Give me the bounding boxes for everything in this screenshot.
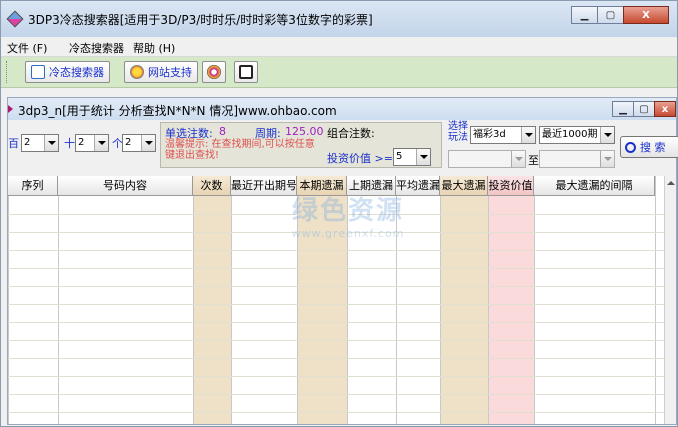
warning-text: 温馨提示: 在查找期间,可以按任意键退出查找! xyxy=(165,139,315,161)
results-grid[interactable]: 序列 号码内容 次数 最近开出期号 本期遗漏 上期遗漏 平均遗漏 最大遗漏 投资… xyxy=(8,176,676,424)
main-window: 3DP3冷态搜索器[适用于3D/P3/时时乐/时时彩等3位数字的彩票] ▁ ▢ … xyxy=(0,0,678,427)
col-header-numbers[interactable]: 号码内容 xyxy=(58,176,193,196)
play-select[interactable]: 福彩3d xyxy=(470,126,536,144)
browser-icon xyxy=(207,65,221,79)
col-header-index[interactable]: 序列 xyxy=(8,176,58,196)
child-close-button[interactable]: x xyxy=(654,101,676,117)
watermark: 绿色资源 www.greenxf.com xyxy=(273,190,423,242)
tens-select[interactable]: 2 xyxy=(75,134,109,152)
play-value: 福彩3d xyxy=(473,129,506,140)
menu-file[interactable]: 文件 (F) xyxy=(7,40,47,56)
count-column-fill xyxy=(193,196,231,424)
hundreds-label: 百 xyxy=(8,137,19,150)
child-title-bar[interactable]: 3dp3_n[用于统计 分析查找N*N*N 情况]www.ohbao.com ▁… xyxy=(8,98,676,120)
exit-button[interactable] xyxy=(234,61,258,83)
window-title: 3DP3冷态搜索器[适用于3D/P3/时时乐/时时彩等3位数字的彩票] xyxy=(28,13,373,27)
cold-search-button[interactable]: 冷态搜索器 xyxy=(25,61,110,83)
range-from-select[interactable] xyxy=(448,150,526,168)
units-select[interactable]: 2 xyxy=(122,134,156,152)
filter-panel: 百 2 十 2 个 2 单选注数: 8 周期: 125.00 组合注数: 温馨提… xyxy=(8,120,678,176)
vertical-scrollbar[interactable] xyxy=(664,176,676,424)
chevron-down-icon xyxy=(521,127,535,143)
mdi-background xyxy=(1,89,677,97)
toolbar: 冷态搜索器 网站支持 xyxy=(1,57,677,88)
col-header-max-miss[interactable]: 最大遗漏 xyxy=(440,176,488,196)
col-header-prev-miss[interactable]: 上期遗漏 xyxy=(347,176,396,196)
range-value: 最近1000期 xyxy=(542,129,598,140)
units-value: 2 xyxy=(125,137,132,148)
globe-icon xyxy=(130,65,144,79)
website-button[interactable]: 网站支持 xyxy=(124,61,198,83)
cold-search-label: 冷态搜索器 xyxy=(49,66,104,79)
info-panel: 单选注数: 8 周期: 125.00 组合注数: 温馨提示: 在查找期间,可以按… xyxy=(160,122,442,168)
search-button[interactable]: 搜 索 xyxy=(620,136,678,158)
chevron-down-icon xyxy=(600,151,614,167)
browser-button[interactable] xyxy=(202,61,226,83)
hundreds-value: 2 xyxy=(24,137,31,148)
chevron-down-icon xyxy=(416,149,430,165)
invest-value: 5 xyxy=(396,151,403,162)
watermark-url: www.greenxf.com xyxy=(291,227,405,240)
chevron-down-icon xyxy=(141,135,155,151)
invest-label: 投资价值 >= xyxy=(327,152,393,165)
play-label-1: 选择 xyxy=(448,121,468,132)
tens-label: 十 xyxy=(64,137,75,150)
max-miss-column-fill xyxy=(440,196,488,424)
close-button[interactable]: X xyxy=(623,6,669,24)
child-caption-buttons: ▁ ▢ x xyxy=(612,101,676,117)
menu-cold-search[interactable]: 冷态搜索器 xyxy=(69,40,124,56)
maximize-button[interactable]: ▢ xyxy=(597,6,624,24)
col-header-max-miss-interval[interactable]: 最大遗漏的间隔 xyxy=(534,176,655,196)
col-header-avg-miss[interactable]: 平均遗漏 xyxy=(396,176,440,196)
caption-buttons: ▁ ▢ X xyxy=(571,6,669,24)
hundreds-select[interactable]: 2 xyxy=(21,134,59,152)
col-header-invest-value[interactable]: 投资价值 xyxy=(488,176,534,196)
invest-select[interactable]: 5 xyxy=(393,148,431,166)
search-label: 搜 索 xyxy=(640,141,666,154)
chevron-down-icon xyxy=(44,135,58,151)
child-window-title: 3dp3_n[用于统计 分析查找N*N*N 情况]www.ohbao.com xyxy=(18,104,337,118)
current-miss-column-fill xyxy=(297,196,347,424)
col-header-count[interactable]: 次数 xyxy=(193,176,231,196)
range-select[interactable]: 最近1000期 xyxy=(539,126,615,144)
search-icon xyxy=(31,65,45,79)
menu-bar: 文件 (F) 冷态搜索器 帮助 (H) xyxy=(1,37,677,57)
single-count-value: 8 xyxy=(219,125,226,138)
invest-column-fill xyxy=(488,196,534,424)
app-icon xyxy=(6,10,24,28)
title-bar[interactable]: 3DP3冷态搜索器[适用于3D/P3/时时乐/时时彩等3位数字的彩票] ▁ ▢ … xyxy=(1,1,677,37)
website-label: 网站支持 xyxy=(148,66,192,79)
chevron-down-icon xyxy=(511,151,525,167)
range-to-select[interactable] xyxy=(539,150,615,168)
child-window: 3dp3_n[用于统计 分析查找N*N*N 情况]www.ohbao.com ▁… xyxy=(7,97,678,425)
tens-value: 2 xyxy=(78,137,85,148)
grid-header: 序列 号码内容 次数 最近开出期号 本期遗漏 上期遗漏 平均遗漏 最大遗漏 投资… xyxy=(8,176,676,196)
col-header-last-period[interactable]: 最近开出期号 xyxy=(231,176,297,196)
minimize-button[interactable]: ▁ xyxy=(571,6,598,24)
exit-icon xyxy=(239,65,253,79)
child-maximize-button[interactable]: ▢ xyxy=(633,101,655,117)
chevron-down-icon xyxy=(94,135,108,151)
toolbar-grip[interactable] xyxy=(6,61,9,83)
combo-count-label: 组合注数: xyxy=(327,127,375,140)
chevron-down-icon xyxy=(600,127,614,143)
search-icon xyxy=(625,141,636,153)
menu-help[interactable]: 帮助 (H) xyxy=(133,40,175,56)
col-header-current-miss[interactable]: 本期遗漏 xyxy=(297,176,347,196)
range-to-label: 至 xyxy=(528,154,539,167)
period-value: 125.00 xyxy=(285,125,324,138)
play-label-2: 玩法 xyxy=(448,132,468,143)
child-minimize-button[interactable]: ▁ xyxy=(612,101,634,117)
child-window-icon xyxy=(8,105,13,113)
